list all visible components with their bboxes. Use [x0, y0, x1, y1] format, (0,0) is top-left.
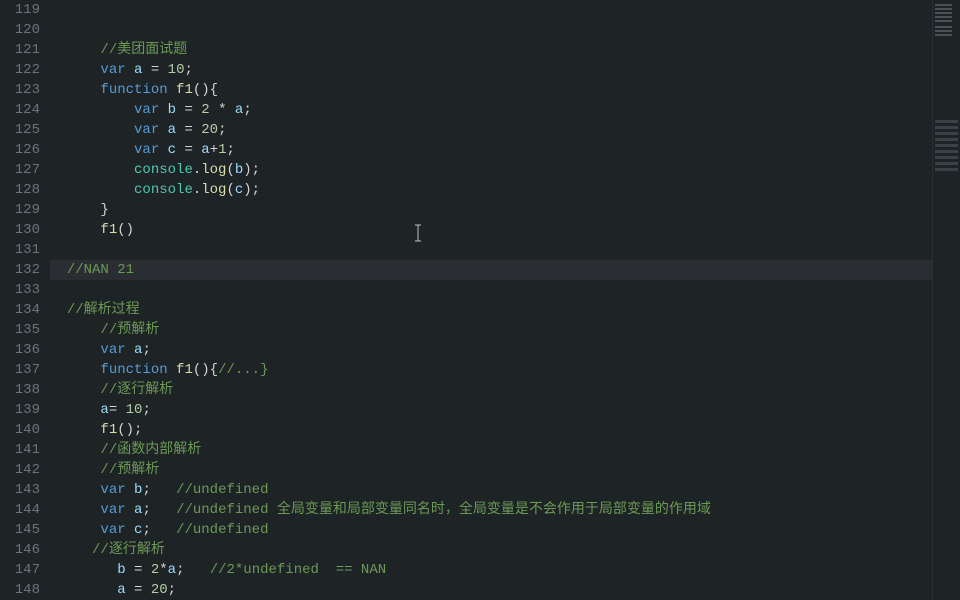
code-line[interactable]: var c = a+1; — [50, 140, 932, 160]
code-line[interactable]: //美团面试题 — [50, 40, 932, 60]
line-number: 121 — [0, 40, 40, 60]
code-line[interactable]: b = 2*a; //2*undefined == NAN — [50, 560, 932, 580]
code-line[interactable]: function f1(){ — [50, 80, 932, 100]
code-line[interactable]: //NAN 21 — [50, 260, 932, 280]
line-number: 143 — [0, 480, 40, 500]
line-number: 127 — [0, 160, 40, 180]
code-line[interactable]: //预解析 — [50, 320, 932, 340]
code-line[interactable] — [50, 0, 932, 20]
line-number: 119 — [0, 0, 40, 20]
code-line[interactable]: a= 10; — [50, 400, 932, 420]
line-number: 144 — [0, 500, 40, 520]
line-number: 139 — [0, 400, 40, 420]
code-line[interactable]: var a; — [50, 340, 932, 360]
line-number: 145 — [0, 520, 40, 540]
line-number: 148 — [0, 580, 40, 600]
line-number: 129 — [0, 200, 40, 220]
minimap[interactable] — [932, 0, 960, 600]
line-number: 146 — [0, 540, 40, 560]
line-number: 142 — [0, 460, 40, 480]
code-line[interactable]: var c; //undefined — [50, 520, 932, 540]
line-number: 120 — [0, 20, 40, 40]
line-number: 123 — [0, 80, 40, 100]
line-number-gutter: 1191201211221231241251261271281291301311… — [0, 0, 50, 600]
line-number: 141 — [0, 440, 40, 460]
code-line[interactable]: function f1(){//...} — [50, 360, 932, 380]
code-line[interactable]: console.log(b); — [50, 160, 932, 180]
code-line[interactable] — [50, 20, 932, 40]
code-line[interactable]: //逐行解析 — [50, 540, 932, 560]
code-line[interactable] — [50, 240, 932, 260]
code-line[interactable]: } — [50, 200, 932, 220]
code-line[interactable] — [50, 280, 932, 300]
code-line[interactable]: //预解析 — [50, 460, 932, 480]
line-number: 135 — [0, 320, 40, 340]
line-number: 140 — [0, 420, 40, 440]
line-number: 122 — [0, 60, 40, 80]
line-number: 130 — [0, 220, 40, 240]
line-number: 133 — [0, 280, 40, 300]
line-number: 125 — [0, 120, 40, 140]
line-number: 134 — [0, 300, 40, 320]
code-line[interactable]: f1() — [50, 220, 932, 240]
line-number: 128 — [0, 180, 40, 200]
code-line[interactable]: //逐行解析 — [50, 380, 932, 400]
code-line[interactable]: console.log(c); — [50, 180, 932, 200]
line-number: 131 — [0, 240, 40, 260]
code-line[interactable]: var a; //undefined 全局变量和局部变量同名时，全局变量是不会作… — [50, 500, 932, 520]
code-line[interactable]: var a = 10; — [50, 60, 932, 80]
code-editor[interactable]: //美团面试题 var a = 10; function f1(){ var b… — [50, 0, 932, 600]
line-number: 136 — [0, 340, 40, 360]
code-line[interactable]: //函数内部解析 — [50, 440, 932, 460]
code-line[interactable]: f1(); — [50, 420, 932, 440]
line-number: 124 — [0, 100, 40, 120]
line-number: 126 — [0, 140, 40, 160]
code-line[interactable]: //解析过程 — [50, 300, 932, 320]
line-number: 137 — [0, 360, 40, 380]
line-number: 138 — [0, 380, 40, 400]
line-number: 132 — [0, 260, 40, 280]
code-line[interactable]: var b = 2 * a; — [50, 100, 932, 120]
code-line[interactable]: var b; //undefined — [50, 480, 932, 500]
code-line[interactable]: var a = 20; — [50, 120, 932, 140]
line-number: 147 — [0, 560, 40, 580]
code-line[interactable]: a = 20; — [50, 580, 932, 600]
